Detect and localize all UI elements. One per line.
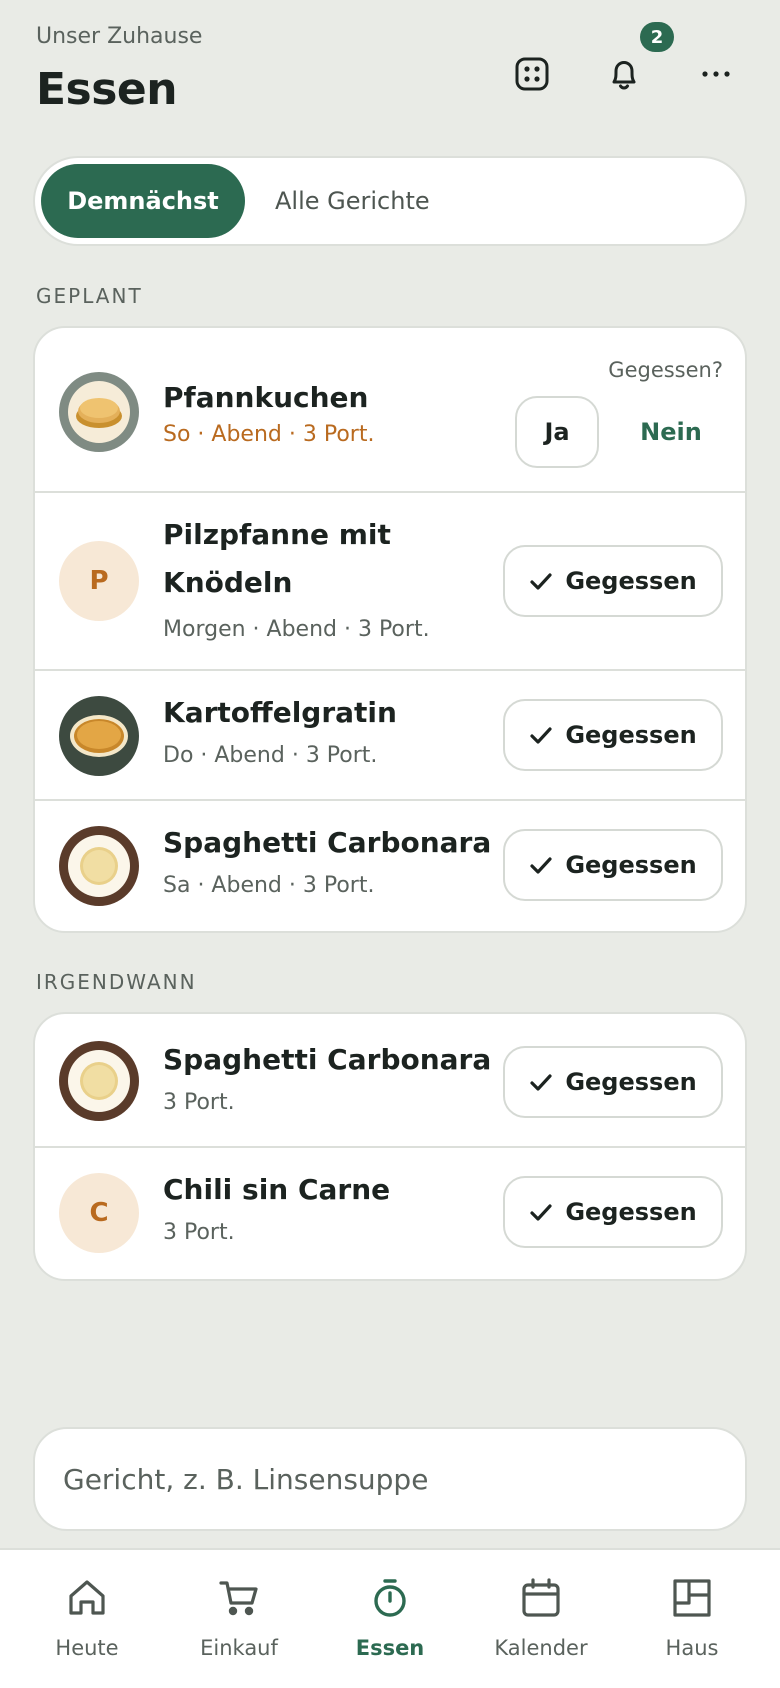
eaten-button[interactable]: Gegessen	[503, 1176, 723, 1248]
timer-icon	[374, 1579, 406, 1617]
list-item[interactable]: Spaghetti Carbonara Sa · Abend · 3 Port.…	[35, 801, 745, 931]
layout-icon	[673, 1579, 711, 1617]
header: Unser Zuhause Essen 2	[0, 0, 780, 140]
eaten-button-label: Gegessen	[565, 851, 697, 879]
meal-image	[59, 826, 139, 906]
check-icon	[530, 857, 552, 874]
section-label-anytime: IRGENDWANN	[36, 970, 197, 994]
check-icon	[530, 1204, 552, 1221]
grid-icon[interactable]	[508, 50, 556, 98]
eaten-button[interactable]: Gegessen	[503, 699, 723, 771]
nav-item-haus[interactable]: Haus	[617, 1550, 767, 1688]
list-item[interactable]: Pfannkuchen So · Abend · 3 Port. Gegesse…	[35, 328, 745, 493]
meal-name: Kartoffelgratin	[163, 696, 397, 729]
bell-icon[interactable]	[600, 50, 648, 98]
household-name: Unser Zuhause	[36, 24, 203, 49]
nav-label: Haus	[665, 1636, 719, 1660]
tab-upcoming[interactable]: Demnächst	[41, 164, 245, 238]
meal-meta: So · Abend · 3 Port.	[163, 422, 375, 447]
nav-item-heute[interactable]: Heute	[12, 1550, 162, 1688]
check-icon	[530, 573, 552, 590]
nav-label: Essen	[355, 1636, 425, 1660]
nav-item-essen[interactable]: Essen	[315, 1550, 465, 1688]
add-meal-input[interactable]	[33, 1427, 747, 1531]
no-button[interactable]: Nein	[619, 396, 723, 468]
more-icon[interactable]	[692, 50, 740, 98]
yes-button[interactable]: Ja	[515, 396, 599, 468]
tab-all-meals[interactable]: Alle Gerichte	[275, 164, 430, 238]
meal-name: Pfannkuchen	[163, 381, 369, 414]
list-item[interactable]: Kartoffelgratin Do · Abend · 3 Port. Geg…	[35, 671, 745, 801]
eaten-button[interactable]: Gegessen	[503, 545, 723, 617]
meal-meta: 3 Port.	[163, 1220, 235, 1245]
meal-image	[59, 372, 139, 452]
list-item[interactable]: Spaghetti Carbonara 3 Port. Gegessen	[35, 1014, 745, 1148]
meal-name: Spaghetti Carbonara	[163, 1043, 492, 1076]
nav-item-einkauf[interactable]: Einkauf	[164, 1550, 314, 1688]
eaten-button-label: Gegessen	[565, 567, 697, 595]
meal-meta: Sa · Abend · 3 Port.	[163, 873, 375, 898]
meal-name: Pilzpfanne mit Knödeln	[163, 518, 391, 599]
cart-icon	[219, 1581, 258, 1616]
calendar-icon	[522, 1578, 560, 1617]
nav-label: Heute	[55, 1636, 119, 1660]
notification-badge: 2	[640, 22, 674, 52]
bottom-nav: Heute Einkauf Essen Kalender Haus	[0, 1548, 780, 1688]
nav-label: Kalender	[494, 1636, 588, 1660]
anytime-card: Spaghetti Carbonara 3 Port. Gegessen C C…	[33, 1012, 747, 1281]
planned-card: Pfannkuchen So · Abend · 3 Port. Gegesse…	[33, 326, 747, 933]
meal-meta: Do · Abend · 3 Port.	[163, 743, 378, 768]
meal-name: Spaghetti Carbonara	[163, 826, 492, 859]
eaten-button[interactable]: Gegessen	[503, 1046, 723, 1118]
check-icon	[530, 727, 552, 744]
meal-meta: Morgen · Abend · 3 Port.	[163, 617, 430, 642]
eaten-button-label: Gegessen	[565, 721, 697, 749]
meal-initial-avatar: P	[59, 541, 139, 621]
nav-label: Einkauf	[200, 1636, 278, 1660]
check-icon	[530, 1074, 552, 1091]
meal-name: Chili sin Carne	[163, 1173, 391, 1206]
list-item[interactable]: C Chili sin Carne 3 Port. Gegessen	[35, 1148, 745, 1279]
list-item[interactable]: P Pilzpfanne mit Knödeln Morgen · Abend …	[35, 493, 745, 671]
meal-initial-avatar: C	[59, 1173, 139, 1253]
section-label-planned: GEPLANT	[36, 284, 143, 308]
eaten-button-label: Gegessen	[565, 1198, 697, 1226]
home-icon	[69, 1580, 105, 1615]
page-title: Essen	[36, 64, 178, 115]
meal-meta: 3 Port.	[163, 1090, 235, 1115]
eaten-question: Gegessen?	[608, 358, 723, 382]
eaten-button[interactable]: Gegessen	[503, 829, 723, 901]
eaten-button-label: Gegessen	[565, 1068, 697, 1096]
meal-image	[59, 696, 139, 776]
nav-item-kalender[interactable]: Kalender	[466, 1550, 616, 1688]
meal-tabs: Demnächst Alle Gerichte	[33, 156, 747, 246]
meal-image	[59, 1041, 139, 1121]
